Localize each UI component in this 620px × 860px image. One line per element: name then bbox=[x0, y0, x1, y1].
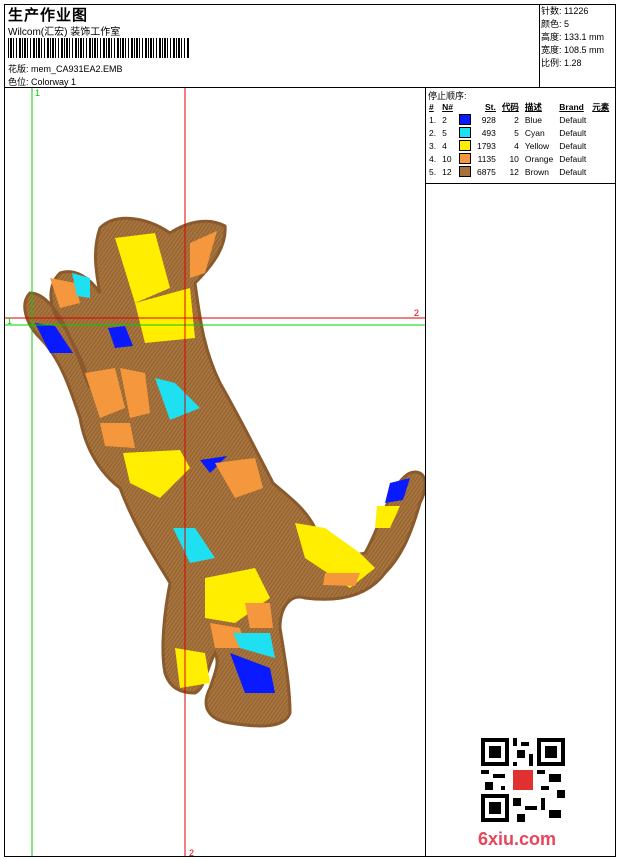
row-stitches: 928 bbox=[481, 114, 496, 125]
row-brand: Default bbox=[559, 127, 587, 138]
row-swatch bbox=[456, 126, 474, 139]
row-code: 10 bbox=[509, 153, 519, 164]
col-code: 代码 bbox=[501, 102, 519, 112]
row-swatch bbox=[456, 113, 474, 126]
row-brand: Default bbox=[559, 166, 587, 177]
stops-bottom-divider bbox=[425, 183, 616, 184]
row-brand: Default bbox=[559, 153, 587, 164]
design-canvas bbox=[5, 88, 425, 856]
row-index: 2. bbox=[429, 127, 437, 138]
row-code: 2 bbox=[514, 114, 519, 125]
colorway-value: Colorway 1 bbox=[31, 77, 77, 87]
row-code: 12 bbox=[509, 166, 519, 177]
row-description: Blue bbox=[524, 114, 542, 125]
guide-label-v1: 1 bbox=[35, 88, 41, 98]
table-row: 2. 5 493 5 Cyan Default bbox=[426, 126, 612, 139]
row-description: Brown bbox=[524, 166, 549, 177]
row-index: 1. bbox=[429, 114, 437, 125]
col-swatch bbox=[456, 101, 474, 113]
row-stitches: 6875 bbox=[476, 166, 496, 177]
color-swatch bbox=[458, 114, 471, 126]
row-element bbox=[589, 139, 612, 152]
row-description: Orange bbox=[524, 153, 554, 164]
row-brand: Default bbox=[559, 114, 587, 125]
row-stitches: 1793 bbox=[476, 140, 496, 151]
table-row: 3. 4 1793 4 Yellow Default bbox=[426, 139, 612, 152]
row-stitches: 1135 bbox=[477, 153, 496, 164]
design-scale: 比例: 1.28 bbox=[541, 58, 582, 68]
design-height: 高度: 133.1 mm bbox=[541, 32, 605, 42]
row-element bbox=[589, 113, 612, 126]
stats-divider bbox=[539, 4, 540, 87]
cat-embroidery bbox=[23, 216, 425, 728]
software-name: Wilcom(汇宏) 装饰工作室 bbox=[8, 27, 121, 38]
row-index: 5. bbox=[429, 166, 437, 177]
watermark-logo: 6xiu.com bbox=[478, 829, 557, 849]
design-label: 花版: bbox=[8, 64, 32, 74]
row-code: 4 bbox=[514, 140, 519, 151]
yellow-patch-foot bbox=[175, 648, 210, 688]
guide-label-h2: 2 bbox=[414, 308, 420, 318]
table-row: 1. 2 928 2 Blue Default bbox=[426, 113, 612, 126]
row-swatch bbox=[456, 165, 474, 178]
qr-code bbox=[481, 738, 565, 822]
row-element bbox=[589, 165, 612, 178]
row-index: 3. bbox=[429, 140, 437, 151]
col-element: 元素 bbox=[592, 102, 610, 112]
design-file: mem_CA931EA2.EMB bbox=[31, 64, 123, 74]
design-stats: 针数: 11226 颜色: 5 高度: 133.1 mm 宽度: 108.5 m… bbox=[541, 5, 604, 70]
row-code: 5 bbox=[514, 127, 519, 138]
design-width: 宽度: 108.5 mm bbox=[541, 45, 605, 55]
color-swatch bbox=[458, 153, 471, 165]
table-row: 4. 10 1135 10 Orange Default bbox=[426, 152, 612, 165]
stop-sequence-table: # N# St. 代码 描述 Brand 元素 1. 2 928 2 Blue Defau… bbox=[426, 101, 612, 178]
col-stitches: St. bbox=[485, 102, 496, 112]
row-needle: 5 bbox=[442, 127, 447, 138]
col-description: 描述 bbox=[524, 102, 542, 112]
barcode bbox=[8, 38, 190, 58]
row-element bbox=[589, 126, 612, 139]
table-header-row: # N# St. 代码 描述 Brand 元素 bbox=[426, 101, 612, 113]
col-brand: Brand bbox=[559, 102, 584, 112]
row-needle: 12 bbox=[442, 166, 452, 177]
orange-patch-3 bbox=[100, 423, 135, 448]
guide-label-h1: 1 bbox=[7, 316, 13, 326]
row-element bbox=[589, 152, 612, 165]
row-description: Yellow bbox=[524, 140, 550, 151]
row-needle: 4 bbox=[442, 140, 447, 151]
design-line: 花版: mem_CA931EA2.EMB bbox=[8, 62, 123, 75]
color-count: 颜色: 5 bbox=[541, 19, 570, 29]
table-row: 5. 12 6875 12 Brown Default bbox=[426, 165, 612, 178]
row-needle: 2 bbox=[442, 114, 447, 125]
row-swatch bbox=[456, 152, 474, 165]
row-brand: Default bbox=[559, 140, 587, 151]
sidebar-divider bbox=[425, 87, 426, 857]
row-description: Cyan bbox=[524, 127, 545, 138]
row-index: 4. bbox=[429, 153, 437, 164]
page-title: 生产作业图 bbox=[8, 7, 89, 24]
row-swatch bbox=[456, 139, 474, 152]
colorway-line: 色位: Colorway 1 bbox=[8, 75, 76, 88]
stitch-count: 针数: 11226 bbox=[541, 6, 589, 16]
color-swatch bbox=[458, 166, 471, 178]
row-needle: 10 bbox=[442, 153, 452, 164]
guide-label-v2: 2 bbox=[189, 848, 195, 858]
colorway-label: 色位: bbox=[8, 77, 32, 87]
color-swatch bbox=[458, 140, 471, 152]
col-index: # bbox=[429, 102, 434, 112]
orange-patch-tail bbox=[323, 573, 360, 586]
row-stitches: 493 bbox=[481, 127, 496, 138]
col-needle: N# bbox=[442, 102, 453, 112]
color-swatch bbox=[458, 127, 471, 139]
